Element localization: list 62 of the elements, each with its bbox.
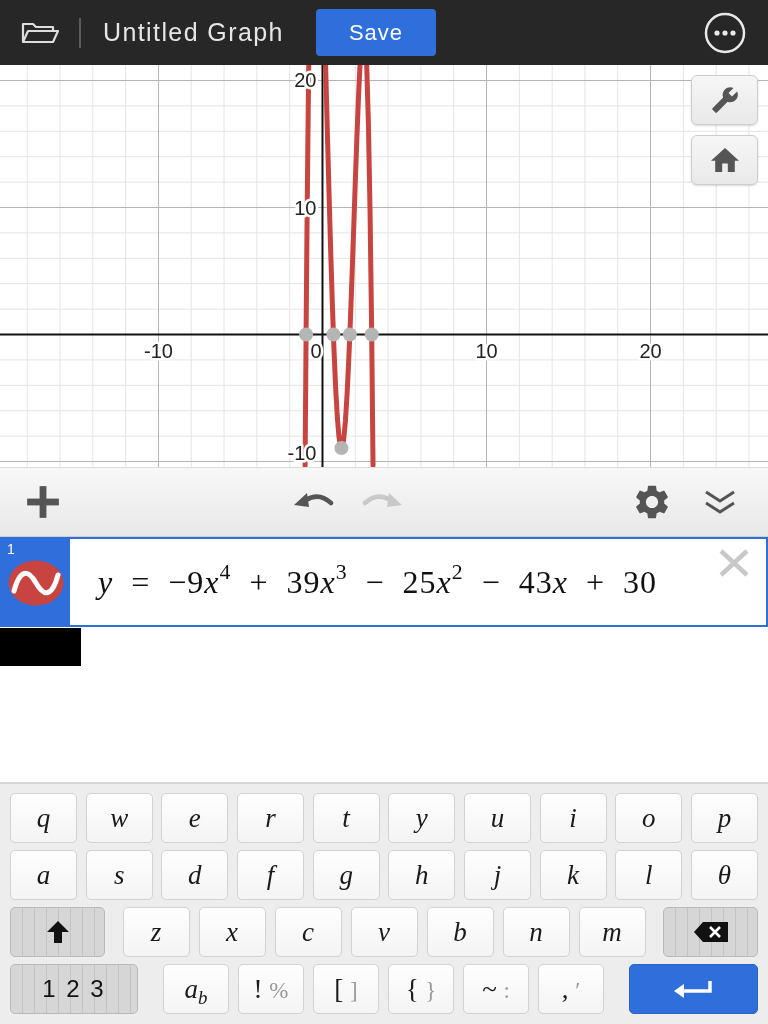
point-marker	[334, 441, 349, 456]
symbol-key[interactable]: { }	[388, 964, 454, 1014]
tick-label: -10	[144, 339, 173, 362]
symbol-key[interactable]: ! %	[238, 964, 304, 1014]
letter-key[interactable]: j	[463, 850, 531, 900]
point-marker	[299, 327, 314, 342]
letter-key[interactable]: f	[236, 850, 304, 900]
save-button[interactable]: Save	[316, 9, 436, 56]
letter-key[interactable]: h	[388, 850, 456, 900]
wrench-icon	[710, 86, 739, 114]
folder-icon[interactable]	[20, 20, 60, 45]
letter-key[interactable]: s	[85, 850, 153, 900]
settings-icon[interactable]	[635, 485, 669, 519]
shift-key[interactable]	[10, 907, 105, 957]
letter-key[interactable]: l	[615, 850, 683, 900]
tick-label: 0	[310, 339, 322, 362]
point-marker	[326, 327, 341, 342]
letter-key[interactable]: o	[615, 793, 683, 843]
ellipsis-icon[interactable]	[704, 11, 746, 54]
letter-key[interactable]: y	[388, 793, 456, 843]
expression-number: 1	[7, 541, 15, 557]
tick-label: 10	[475, 339, 498, 362]
letter-key[interactable]: g	[312, 850, 380, 900]
symbol-key[interactable]: [ ]	[313, 964, 379, 1014]
letter-key[interactable]: i	[539, 793, 607, 843]
letter-key[interactable]: q	[10, 793, 77, 843]
letter-key[interactable]: v	[350, 907, 418, 957]
letter-key[interactable]: t	[312, 793, 380, 843]
symbol-key[interactable]: ~ :	[463, 964, 529, 1014]
letter-key[interactable]: m	[578, 907, 646, 957]
up-arrow-icon	[45, 920, 70, 944]
double-chevron-icon[interactable]	[703, 488, 737, 516]
letter-key[interactable]: b	[426, 907, 494, 957]
enter-key[interactable]	[629, 964, 758, 1014]
wrench-button[interactable]	[691, 75, 758, 125]
letter-key[interactable]: c	[274, 907, 342, 957]
point-marker	[364, 327, 379, 342]
wave-icon[interactable]	[8, 560, 64, 606]
letter-key[interactable]: x	[198, 907, 266, 957]
point-marker	[342, 327, 357, 342]
graph-title: Untitled Graph	[103, 18, 285, 47]
letter-key[interactable]: z	[122, 907, 190, 957]
tick-label: 20	[639, 339, 662, 362]
backspace-icon	[692, 921, 729, 943]
home-icon	[710, 146, 739, 174]
letter-key[interactable]: e	[161, 793, 229, 843]
letter-key[interactable]: k	[539, 850, 607, 900]
letter-key[interactable]: a	[10, 850, 77, 900]
home-button[interactable]	[691, 135, 758, 185]
subscript-key[interactable]: a$_{b}$	[163, 964, 229, 1014]
plus-icon[interactable]	[26, 485, 60, 519]
backspace-key[interactable]	[663, 907, 758, 957]
letter-key[interactable]: u	[463, 793, 531, 843]
letter-key[interactable]: θ	[690, 850, 758, 900]
numbers-key[interactable]: 1 2 3	[10, 964, 138, 1014]
letter-key[interactable]: w	[85, 793, 153, 843]
expression-item[interactable]: 1 y = −9x$^{4}$ + 39x$^{3}$ − 25x$^{2}$ − 43x + 30	[0, 537, 768, 627]
letter-key[interactable]: r	[236, 793, 304, 843]
letter-key[interactable]: d	[161, 850, 229, 900]
letter-key[interactable]: n	[502, 907, 570, 957]
letter-key[interactable]: p	[690, 793, 758, 843]
symbol-key[interactable]: , ′	[538, 964, 604, 1014]
